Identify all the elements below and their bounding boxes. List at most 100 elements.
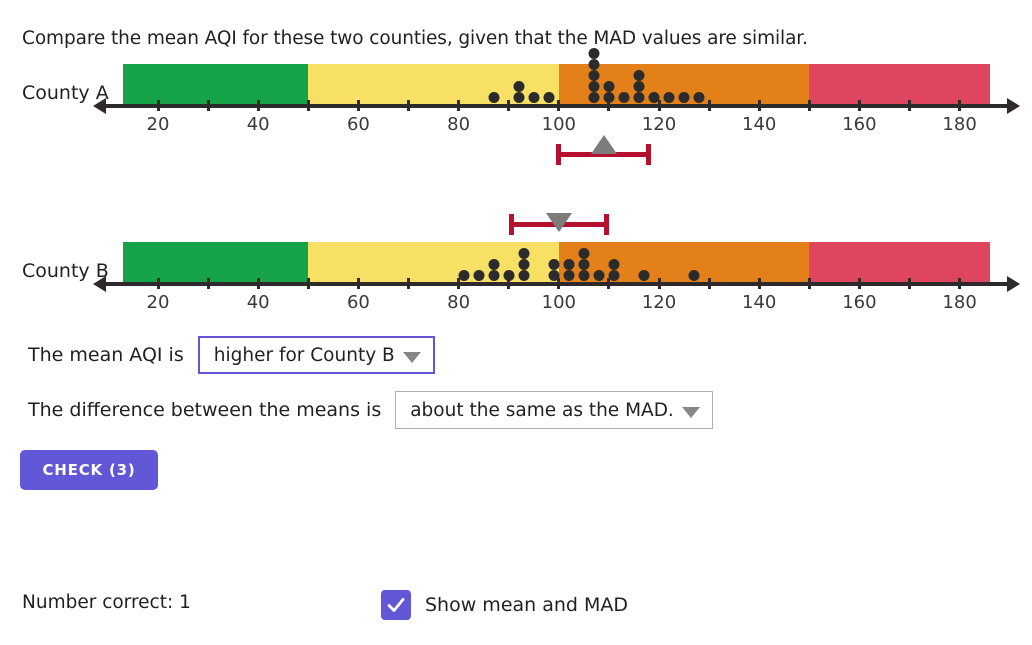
axis-tick (857, 278, 861, 289)
axis-tick (407, 100, 410, 111)
axis-tick (356, 100, 360, 111)
data-dot (593, 270, 605, 281)
check-button[interactable]: CHECK (3) (20, 450, 158, 490)
axis-tick (908, 100, 911, 111)
data-dot (518, 270, 530, 281)
data-dot (473, 270, 485, 281)
number-correct-text: Number correct: 1 (22, 592, 191, 613)
data-dot (603, 92, 615, 103)
mean-comparison-dropdown[interactable]: higher for County B (197, 336, 435, 374)
axis-tick-label: 120 (641, 114, 677, 135)
data-dot (633, 92, 645, 103)
chevron-down-icon (402, 351, 421, 363)
data-dot (488, 92, 500, 103)
axis-tick-label: 140 (742, 292, 777, 313)
data-dot (618, 92, 630, 103)
axis-tick (356, 278, 360, 289)
axis-tick (206, 100, 210, 111)
axis-tick (657, 278, 661, 289)
data-dot (543, 92, 555, 103)
axis-tick-label: 20 (146, 292, 170, 313)
data-dot (588, 70, 600, 81)
data-dot (563, 259, 575, 270)
data-dot (578, 259, 590, 270)
aqi-band-good (122, 242, 309, 286)
axis-tick (707, 278, 711, 289)
aqi-band-good (122, 64, 309, 108)
data-dot (518, 259, 530, 270)
axis-tick (908, 278, 911, 289)
axis-tick (757, 100, 761, 111)
axis-tick-label: 100 (541, 292, 576, 313)
axis-tick (807, 100, 811, 111)
data-dot (578, 270, 590, 281)
axis-tick (807, 278, 811, 289)
axis-tick-label: 80 (447, 114, 471, 135)
axis-tick-label: 160 (842, 292, 877, 313)
axis-tick (306, 278, 310, 289)
axis-tick-label: 20 (146, 114, 170, 135)
mean-marker-triangle (545, 213, 572, 232)
data-dot (548, 259, 560, 270)
axis-arrow-left-icon (92, 276, 106, 292)
axis-tick (757, 278, 761, 289)
axis-tick (507, 100, 511, 111)
axis-tick (256, 278, 260, 289)
axis-tick-label: 160 (842, 114, 877, 135)
axis-tick (306, 100, 310, 111)
data-dot (513, 81, 525, 92)
data-dot (588, 92, 600, 103)
show-mean-mad-label: Show mean and MAD (425, 594, 629, 616)
axis-tick (156, 100, 160, 111)
axis-tick-label: 120 (641, 292, 677, 313)
chevron-down-icon (681, 406, 700, 418)
data-dot (518, 248, 530, 259)
axis-tick-label: 80 (447, 292, 471, 313)
axis-tick (958, 278, 962, 289)
difference-comparison-dropdown[interactable]: about the same as the MAD. (395, 391, 713, 429)
difference-comparison-value: about the same as the MAD. (410, 399, 674, 421)
data-dot (513, 92, 525, 103)
axis-line (104, 282, 1008, 286)
axis-tick-label: 100 (541, 114, 576, 135)
axis-tick (707, 100, 711, 111)
axis-tick (557, 100, 561, 111)
data-dot (488, 259, 500, 270)
question-row-2: The difference between the means is abou… (28, 391, 713, 429)
axis-tick (156, 278, 160, 289)
data-dot (563, 270, 575, 281)
question-1-label: The mean AQI is (28, 344, 184, 366)
axis-tick (557, 278, 561, 289)
data-dot (688, 270, 700, 281)
question-row-1: The mean AQI is higher for County B (28, 336, 435, 374)
aqi-band-unhealthy (809, 64, 990, 108)
data-dot (588, 59, 600, 70)
axis-tick-label: 40 (246, 114, 270, 135)
axis-tick (958, 100, 962, 111)
data-dot (588, 81, 600, 92)
data-dot (588, 48, 600, 59)
mad-cap-high (646, 144, 652, 165)
axis-tick-label: 60 (346, 114, 370, 135)
show-mean-mad-checkbox[interactable]: Show mean and MAD (381, 590, 628, 620)
data-dot (678, 92, 690, 103)
mad-cap-low (556, 144, 562, 165)
data-dot (603, 81, 615, 92)
axis-line (104, 104, 1008, 108)
axis-tick (256, 100, 260, 111)
mad-cap-low (508, 214, 514, 235)
data-dot (638, 270, 650, 281)
data-dot (693, 92, 705, 103)
data-dot (528, 92, 540, 103)
axis-arrow-right-icon (1006, 98, 1020, 114)
data-dot (633, 70, 645, 81)
axis-tick (407, 278, 410, 289)
data-dot (578, 248, 590, 259)
axis-arrow-right-icon (1006, 276, 1020, 292)
axis-tick (206, 278, 210, 289)
data-dot (458, 270, 470, 281)
axis-tick-label: 180 (942, 114, 977, 135)
axis-tick (657, 100, 661, 111)
data-dot (548, 270, 560, 281)
axis-tick-label: 140 (742, 114, 777, 135)
